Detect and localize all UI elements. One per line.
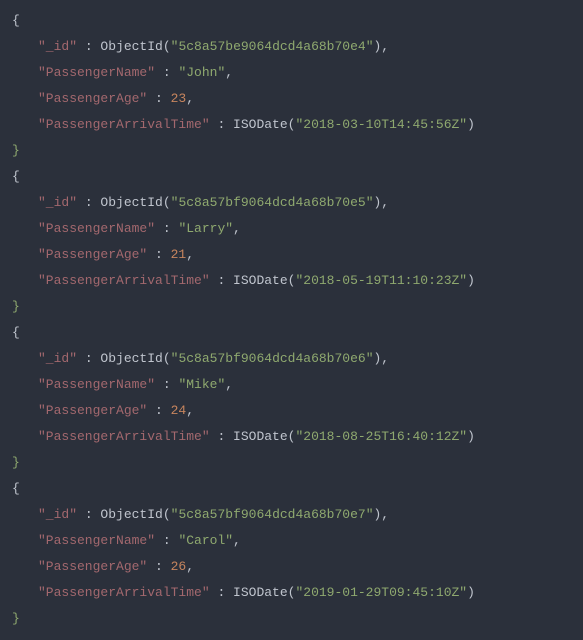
code-line: "PassengerArrivalTime" : ISODate("2018-0… bbox=[0, 112, 583, 138]
code-line: } bbox=[0, 138, 583, 164]
code-line: "_id" : ObjectId("5c8a57bf9064dcd4a68b70… bbox=[0, 190, 583, 216]
code-line: { bbox=[0, 8, 583, 34]
code-line: "PassengerAge" : 23, bbox=[0, 86, 583, 112]
code-line: "PassengerName" : "Larry", bbox=[0, 216, 583, 242]
code-line: } bbox=[0, 294, 583, 320]
code-line: "PassengerName" : "John", bbox=[0, 60, 583, 86]
code-line: "PassengerArrivalTime" : ISODate("2019-0… bbox=[0, 580, 583, 606]
code-line: } bbox=[0, 606, 583, 632]
code-line: "PassengerAge" : 24, bbox=[0, 398, 583, 424]
code-line: "PassengerAge" : 21, bbox=[0, 242, 583, 268]
code-line: "PassengerAge" : 26, bbox=[0, 554, 583, 580]
code-line: { bbox=[0, 164, 583, 190]
code-line: { bbox=[0, 476, 583, 502]
code-line: "PassengerArrivalTime" : ISODate("2018-0… bbox=[0, 268, 583, 294]
code-line: "_id" : ObjectId("5c8a57bf9064dcd4a68b70… bbox=[0, 346, 583, 372]
code-line: { bbox=[0, 320, 583, 346]
code-line: "PassengerArrivalTime" : ISODate("2018-0… bbox=[0, 424, 583, 450]
code-line: } bbox=[0, 450, 583, 476]
code-block: {"_id" : ObjectId("5c8a57be9064dcd4a68b7… bbox=[0, 8, 583, 632]
code-line: "_id" : ObjectId("5c8a57bf9064dcd4a68b70… bbox=[0, 502, 583, 528]
code-line: "PassengerName" : "Carol", bbox=[0, 528, 583, 554]
code-line: "PassengerName" : "Mike", bbox=[0, 372, 583, 398]
code-line: "_id" : ObjectId("5c8a57be9064dcd4a68b70… bbox=[0, 34, 583, 60]
